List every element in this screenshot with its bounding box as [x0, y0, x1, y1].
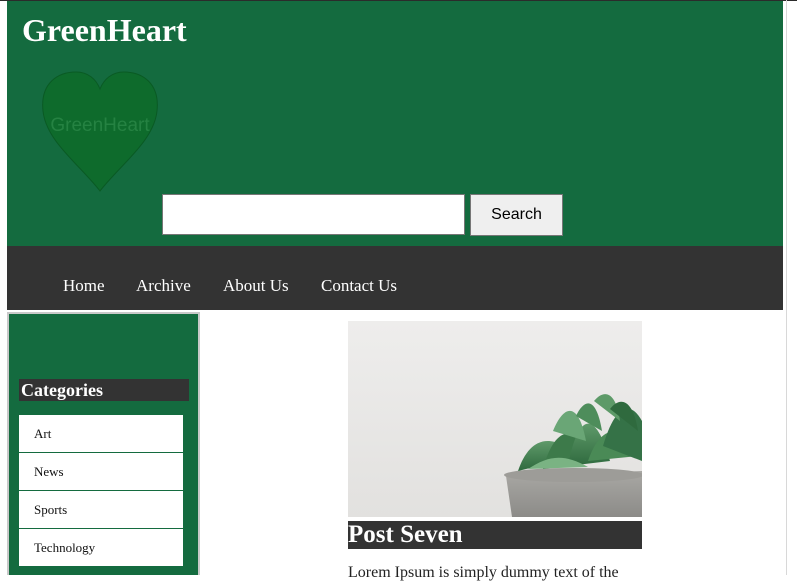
- nav-about-us[interactable]: About Us: [223, 276, 289, 296]
- categories-list: Art News Sports Technology: [19, 415, 183, 567]
- nav-archive[interactable]: Archive: [136, 276, 191, 296]
- page-edge: [786, 0, 787, 575]
- post-title[interactable]: Post Seven: [348, 521, 642, 549]
- sidebar: Categories Art News Sports Technology: [7, 312, 200, 575]
- logo-heart-icon: GreenHeart: [40, 69, 160, 194]
- category-art[interactable]: Art: [19, 415, 183, 453]
- main-nav: Home Archive About Us Contact Us: [7, 246, 783, 310]
- post-excerpt: Lorem Ipsum is simply dummy text of the: [348, 564, 619, 581]
- search-button[interactable]: Search: [470, 194, 563, 236]
- category-technology[interactable]: Technology: [19, 529, 183, 567]
- logo-text: GreenHeart: [50, 115, 150, 136]
- site-header: GreenHeart GreenHeart Search: [7, 1, 783, 246]
- nav-contact-us[interactable]: Contact Us: [321, 276, 397, 296]
- category-sports[interactable]: Sports: [19, 491, 183, 529]
- categories-heading: Categories: [19, 379, 189, 401]
- site-title: GreenHeart: [22, 12, 187, 48]
- post-image-succulent[interactable]: [348, 321, 642, 517]
- nav-home[interactable]: Home: [63, 276, 105, 296]
- category-news[interactable]: News: [19, 453, 183, 491]
- search-input[interactable]: [162, 194, 465, 235]
